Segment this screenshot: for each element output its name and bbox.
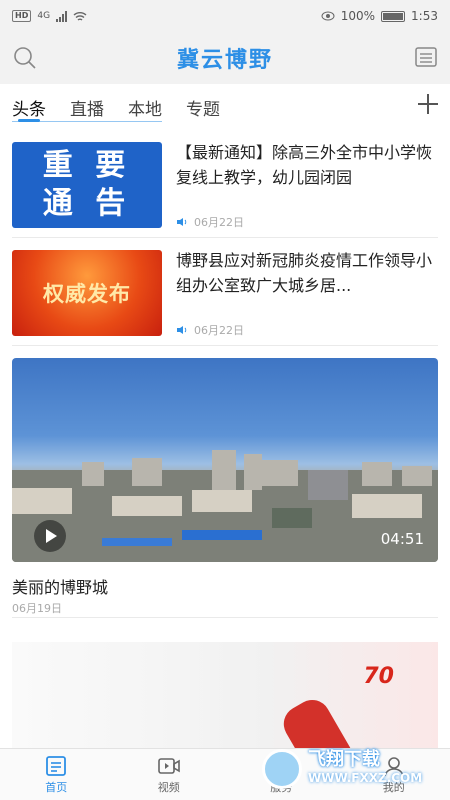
wifi-icon [73, 11, 87, 21]
video-title[interactable]: 美丽的博野城 [12, 574, 108, 598]
tabbar-video[interactable]: 视频 [113, 749, 226, 800]
tab-local[interactable]: 本地 [128, 84, 162, 130]
news-meta: 06月22日 [176, 322, 244, 338]
play-button[interactable] [34, 520, 66, 552]
news-icon [46, 755, 67, 776]
app-header: 冀云博野 [0, 32, 450, 84]
news-feed[interactable]: 重 要 通 告 【最新通知】除高三外全市中小学恢复线上教学，幼儿园闭园 06月2… [0, 130, 450, 748]
clock: 1:53 [411, 9, 438, 23]
message-icon[interactable] [414, 46, 438, 68]
status-right: 100% 1:53 [321, 9, 438, 23]
battery-percent: 100% [340, 9, 376, 23]
watermark-text: 飞翔下载 WWW.FXXZ.COM [308, 751, 422, 787]
tab-headlines[interactable]: 头条 [12, 84, 46, 130]
video-duration: 04:51 [380, 530, 424, 548]
news-item[interactable]: 权威发布 博野县应对新冠肺炎疫情工作领导小组办公室致广大城乡居... 06月22… [12, 238, 438, 346]
video-item[interactable]: 04:51 美丽的博野城 06月19日 [12, 346, 438, 618]
battery-icon [381, 10, 406, 22]
ribbon-graphic [277, 693, 359, 748]
news-date: 06月22日 [194, 216, 244, 229]
video-thumbnail[interactable]: 04:51 [12, 358, 438, 562]
site-watermark: 飞翔下载 WWW.FXXZ.COM [262, 744, 432, 794]
anniversary-badge: 70 [363, 664, 394, 689]
eye-icon [321, 11, 335, 21]
thumbnail-text: 通 告 [42, 186, 132, 221]
tab-live[interactable]: 直播 [70, 84, 104, 130]
watermark-cn: 飞翔下载 [308, 749, 380, 770]
thumbnail-text: 重 要 [42, 148, 132, 183]
status-bar: HD 4G 100% 1:53 [0, 0, 450, 32]
news-title[interactable]: 【最新通知】除高三外全市中小学恢复线上教学，幼儿园闭园 [176, 140, 438, 190]
news-thumbnail: 权威发布 [12, 250, 162, 336]
tab-underline [12, 121, 162, 122]
video-icon [157, 757, 180, 774]
tab-topics[interactable]: 专题 [186, 84, 220, 130]
tabbar-home[interactable]: 首页 [0, 749, 113, 800]
audio-icon[interactable] [176, 325, 188, 335]
tabbar-label: 首页 [45, 780, 68, 794]
news-item[interactable]: 重 要 通 告 【最新通知】除高三外全市中小学恢复线上教学，幼儿园闭园 06月2… [12, 130, 438, 238]
status-left: HD 4G [12, 10, 87, 22]
watermark-url: WWW.FXXZ.COM [308, 771, 423, 785]
video-date: 06月19日 [12, 602, 62, 615]
watermark-logo [262, 749, 302, 789]
signal-icon [56, 10, 68, 22]
add-channel-icon[interactable] [416, 92, 440, 116]
tabbar-label: 视频 [157, 780, 180, 794]
search-icon[interactable] [12, 45, 38, 71]
promo-image[interactable]: 70 [12, 642, 438, 748]
network-label: 4G [37, 11, 51, 21]
thumbnail-text: 权威发布 [43, 282, 131, 306]
news-title[interactable]: 博野县应对新冠肺炎疫情工作领导小组办公室致广大城乡居... [176, 248, 438, 298]
app-title: 冀云博野 [176, 48, 273, 73]
city-skyline-image [12, 450, 438, 562]
news-date: 06月22日 [194, 324, 244, 337]
news-meta: 06月22日 [176, 214, 244, 230]
hd-icon: HD [12, 10, 32, 22]
channel-tabs: 头条 直播 本地 专题 [0, 84, 450, 130]
audio-icon[interactable] [176, 217, 188, 227]
news-thumbnail: 重 要 通 告 [12, 142, 162, 228]
promo-item[interactable]: 70 [12, 618, 438, 748]
